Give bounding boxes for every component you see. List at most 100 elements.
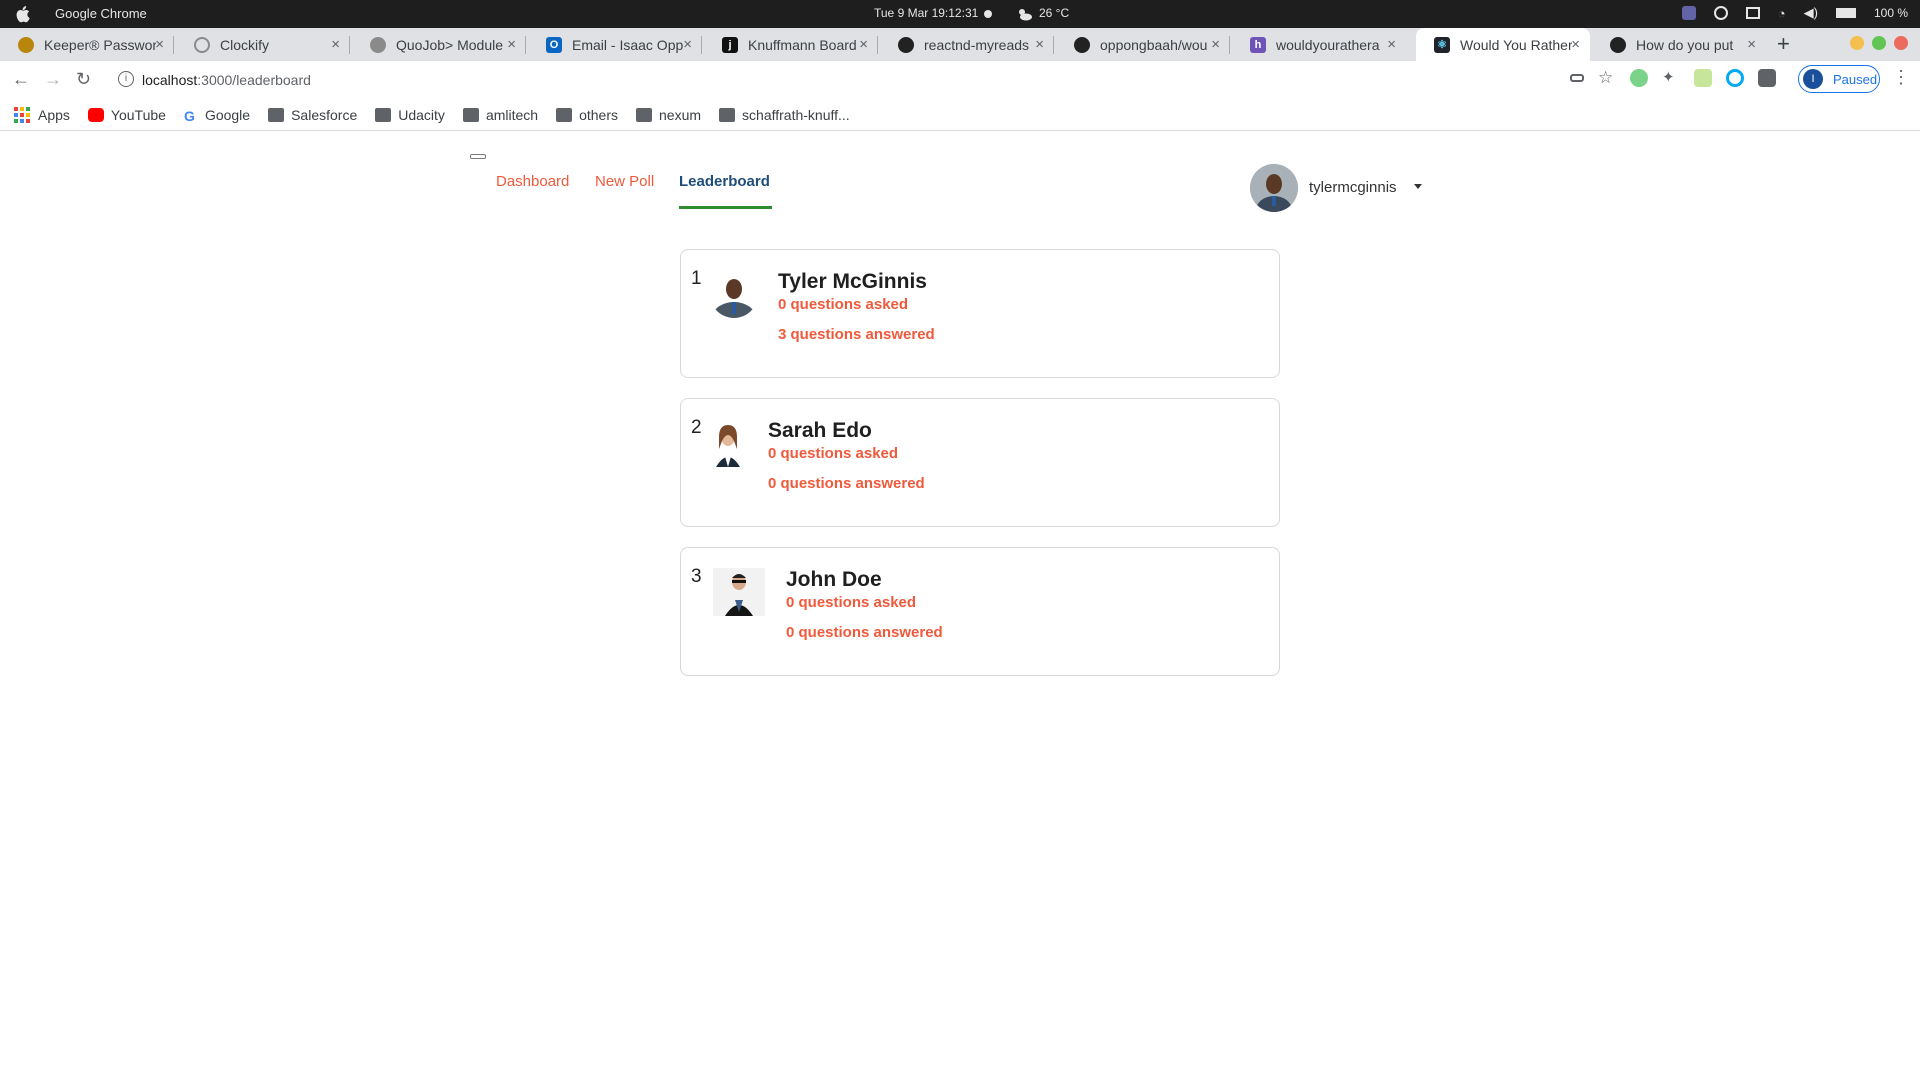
app-navbar: Dashboard New Poll Leaderboard tylermcgi…	[0, 132, 1920, 212]
clockify-icon	[194, 36, 210, 53]
apple-icon[interactable]	[14, 5, 30, 23]
folder-icon	[268, 107, 285, 122]
bookmark-folder-nexum[interactable]: nexum	[636, 107, 701, 123]
browser-tab[interactable]: reactnd-myreads ×	[880, 28, 1054, 61]
leaderboard-user-name: John Doe	[786, 568, 882, 591]
user-avatar	[710, 270, 758, 318]
nav-link-leaderboard[interactable]: Leaderboard	[679, 173, 770, 190]
battery-percent[interactable]: 100 %	[1874, 6, 1908, 20]
user-avatar	[710, 419, 746, 467]
battery-icon[interactable]	[1835, 8, 1856, 18]
extension-green-icon[interactable]	[1630, 69, 1648, 87]
close-tab-icon[interactable]: ×	[1747, 36, 1756, 53]
close-tab-icon[interactable]: ×	[155, 36, 164, 53]
temperature-readout[interactable]: 26 °C	[1039, 6, 1069, 20]
address-bar[interactable]: i localhost:3000/leaderboard	[108, 64, 1548, 96]
nav-link-dashboard[interactable]: Dashboard	[496, 173, 569, 190]
browser-toolbar: ← → ↻ i localhost:3000/leaderboard ☆ ✦ I…	[0, 61, 1920, 99]
reload-icon[interactable]: ↻	[76, 69, 91, 90]
close-tab-icon[interactable]: ×	[859, 36, 868, 53]
bookmark-folder-schaffrath[interactable]: schaffrath-knuff...	[719, 107, 850, 123]
nav-link-new-poll[interactable]: New Poll	[595, 173, 654, 190]
close-tab-icon[interactable]: ×	[507, 36, 516, 53]
bookmark-youtube[interactable]: YouTube	[87, 106, 166, 123]
minimize-button[interactable]	[1850, 36, 1864, 50]
bookmark-star-icon[interactable]: ☆	[1598, 69, 1616, 87]
extension-save-icon[interactable]	[1694, 69, 1712, 87]
tab-title: Clockify	[220, 36, 270, 53]
profile-button[interactable]: I Paused	[1798, 65, 1880, 93]
leaderboard-user-name: Tyler McGinnis	[778, 270, 927, 293]
close-tab-icon[interactable]: ×	[1387, 36, 1396, 53]
folder-icon	[636, 107, 652, 122]
site-info-icon[interactable]: i	[118, 71, 134, 87]
bookmarks-bar: Apps YouTube G Google Salesforce Udacity…	[0, 99, 1920, 131]
bookmark-apps[interactable]: Apps	[14, 106, 70, 123]
url-text[interactable]: localhost:3000/leaderboard	[142, 72, 311, 88]
close-tab-icon[interactable]: ×	[1571, 36, 1580, 53]
new-tab-icon[interactable]: +	[1777, 31, 1790, 57]
bookmark-folder-udacity[interactable]: Udacity	[375, 107, 445, 123]
tab-title: How do you put	[1636, 36, 1734, 53]
tab-title: wouldyourathera	[1276, 36, 1380, 53]
leaderboard-rank: 3	[691, 566, 702, 587]
questions-answered: 0 questions answered	[786, 624, 943, 641]
system-clock[interactable]: Tue 9 Mar 19:12:31	[874, 6, 978, 20]
browser-tab[interactable]: How do you put ×	[1592, 28, 1766, 61]
forward-arrow-icon[interactable]: →	[44, 69, 62, 90]
active-app-name[interactable]: Google Chrome	[55, 6, 147, 21]
react-icon: ⚛	[1434, 36, 1450, 53]
tab-title: QuoJob> Module	[396, 36, 504, 53]
display-icon[interactable]	[1745, 7, 1760, 19]
teams-icon[interactable]	[1681, 6, 1696, 20]
folder-icon	[375, 107, 392, 122]
close-tab-icon[interactable]: ×	[331, 36, 340, 53]
close-window-button[interactable]	[1894, 36, 1908, 50]
github-icon	[1074, 36, 1090, 53]
caret-down-icon[interactable]	[1414, 184, 1422, 189]
bookmark-label: YouTube	[110, 106, 166, 123]
bookmark-label: Apps	[38, 106, 70, 123]
bookmark-label: others	[579, 106, 618, 123]
clockify-extension-icon[interactable]	[1726, 69, 1744, 87]
key-icon[interactable]	[1570, 74, 1584, 82]
puzzle-piece-icon[interactable]	[1758, 69, 1776, 87]
browser-tab[interactable]: O Email - Isaac Opp ×	[528, 28, 702, 61]
profile-avatar: I	[1803, 69, 1823, 89]
tab-title: Knuffmann Board	[748, 36, 857, 53]
browser-tab[interactable]: Keeper® Password ×	[0, 28, 174, 61]
user-avatar[interactable]	[1250, 164, 1298, 212]
close-tab-icon[interactable]: ×	[683, 36, 692, 53]
bookmark-google[interactable]: G Google	[183, 107, 250, 124]
browser-tab[interactable]: j Knuffmann Board ×	[704, 28, 878, 61]
leaderboard-rank: 1	[691, 268, 702, 289]
tab-title: Would You Rather	[1460, 36, 1572, 53]
bookmark-folder-amlitech[interactable]: amlitech	[462, 107, 538, 123]
magic-wand-icon[interactable]: ✦	[1662, 69, 1680, 87]
os-menu-bar: Google Chrome Tue 9 Mar 19:12:31 26 °C ◔…	[0, 0, 1920, 28]
brightness-icon[interactable]	[1713, 6, 1728, 20]
volume-icon[interactable]: ◀)	[1804, 5, 1818, 21]
back-arrow-icon[interactable]: ←	[12, 69, 30, 90]
sync-paused-label: Paused	[1833, 71, 1878, 87]
navbar-toggler-icon[interactable]	[470, 154, 486, 159]
maximize-button[interactable]	[1872, 36, 1886, 50]
recording-dot-icon	[984, 10, 992, 18]
folder-icon	[556, 107, 573, 122]
github-icon	[898, 36, 914, 53]
browser-tab-active[interactable]: ⚛ Would You Rather ×	[1416, 28, 1590, 61]
bookmark-folder-salesforce[interactable]: Salesforce	[268, 107, 357, 123]
browser-tab[interactable]: h wouldyourathera ×	[1232, 28, 1406, 61]
close-tab-icon[interactable]: ×	[1211, 36, 1220, 53]
browser-tab[interactable]: QuoJob> Module ×	[352, 28, 526, 61]
browser-tab[interactable]: Clockify ×	[176, 28, 350, 61]
user-menu-username[interactable]: tylermcginnis	[1309, 179, 1397, 196]
kebab-menu-icon[interactable]: ⋮	[1892, 67, 1910, 88]
bookmark-folder-others[interactable]: others	[556, 107, 618, 123]
wifi-icon[interactable]: ◔	[1778, 6, 1786, 21]
close-tab-icon[interactable]: ×	[1035, 36, 1044, 53]
keeper-icon	[18, 36, 34, 53]
google-icon: G	[183, 107, 195, 124]
browser-tab[interactable]: oppongbaah/wou ×	[1056, 28, 1230, 61]
folder-icon	[719, 107, 736, 122]
